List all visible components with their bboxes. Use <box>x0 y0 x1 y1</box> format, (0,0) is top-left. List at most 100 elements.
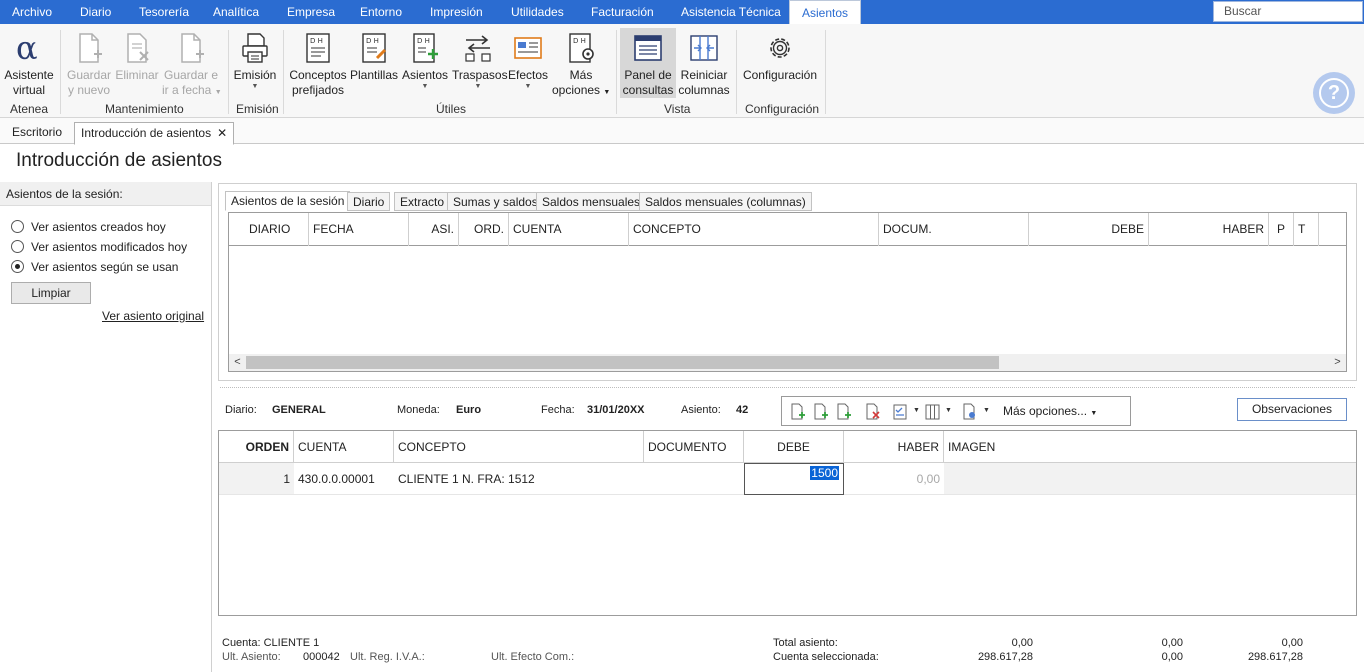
menu-asistencia-tecnica[interactable]: Asistencia Técnica <box>681 0 781 24</box>
tab-extracto[interactable]: Extracto <box>394 192 451 211</box>
cell-documento[interactable] <box>644 463 744 495</box>
close-icon[interactable]: ✕ <box>217 126 227 140</box>
guardar-ir-fecha-button[interactable]: Guardar e ir a fecha ▼ <box>162 32 222 100</box>
menu-asientos[interactable]: Asientos <box>789 0 862 24</box>
tab-saldos-mensuales-columnas[interactable]: Saldos mensuales (columnas) <box>639 192 812 211</box>
tab-escritorio[interactable]: Escritorio <box>6 122 68 144</box>
splitter[interactable] <box>220 387 1355 388</box>
cell-cuenta[interactable]: 430.0.0.00001 <box>294 463 394 495</box>
emision-button[interactable]: Emisión ▼ <box>232 32 278 91</box>
chevron-down-icon[interactable]: ▼ <box>945 407 952 414</box>
plantillas-button[interactable]: D H Plantillas <box>350 32 398 83</box>
radio-segun-se-usan[interactable]: Ver asientos según se usan <box>11 260 178 274</box>
radio-creados-hoy[interactable]: Ver asientos creados hoy <box>11 220 166 234</box>
menu-empresa[interactable]: Empresa <box>287 0 335 24</box>
new-document-icon <box>79 33 102 63</box>
chevron-right-icon[interactable]: > <box>1329 354 1346 371</box>
duplicate-line-icon[interactable] <box>836 403 852 421</box>
column-header-imagen[interactable]: IMAGEN <box>944 431 1356 463</box>
column-header-debe[interactable]: DEBE <box>1029 213 1149 246</box>
add-entry-icon: D H <box>413 33 438 63</box>
cell-debe-input[interactable]: 1500 <box>744 463 844 495</box>
journal-document-icon: D H <box>306 33 330 63</box>
radio-modificados-hoy[interactable]: Ver asientos modificados hoy <box>11 240 187 254</box>
asientos-button[interactable]: D H Asientos ▼ <box>402 32 448 91</box>
moneda-value: Euro <box>456 404 482 416</box>
ver-asiento-original-link[interactable]: Ver asiento original <box>102 309 204 323</box>
group-label-utiles: Útiles <box>436 102 467 116</box>
menu-bar: Archivo Diario Tesorería Analítica Empre… <box>0 0 1364 24</box>
columns-view-icon[interactable] <box>925 403 941 421</box>
chevron-left-icon[interactable]: < <box>229 354 246 371</box>
transfer-icon <box>465 35 491 62</box>
menu-impresion[interactable]: Impresión <box>430 0 483 24</box>
column-header-concepto[interactable]: CONCEPTO <box>394 431 644 463</box>
horizontal-scrollbar[interactable]: < > <box>229 354 1346 371</box>
column-header-debe[interactable]: DEBE <box>744 431 844 463</box>
column-header-docum[interactable]: DOCUM. <box>879 213 1029 246</box>
column-header-haber[interactable]: HABER <box>1149 213 1269 246</box>
cell-concepto[interactable]: CLIENTE 1 N. FRA: 1512 <box>394 463 644 495</box>
new-document-icon <box>181 33 204 63</box>
search-input[interactable]: Buscar <box>1213 1 1363 22</box>
document-search-icon[interactable] <box>962 403 978 421</box>
reiniciar-columnas-button[interactable]: Reiniciar columnas <box>678 32 730 98</box>
scrollbar-thumb[interactable] <box>246 356 999 369</box>
chevron-down-icon: ▼ <box>1090 410 1098 417</box>
column-header-haber[interactable]: HABER <box>844 431 944 463</box>
menu-analitica[interactable]: Analítica <box>213 0 259 24</box>
tab-introduccion-asientos[interactable]: Introducción de asientos ✕ <box>74 122 235 145</box>
configuracion-button[interactable]: Configuración <box>742 32 818 83</box>
conceptos-prefijados-button[interactable]: D H Conceptos prefijados <box>288 32 348 98</box>
column-header-cuenta[interactable]: CUENTA <box>294 431 394 463</box>
menu-diario[interactable]: Diario <box>80 0 111 24</box>
observaciones-button[interactable]: Observaciones <box>1237 398 1347 421</box>
column-header-t[interactable]: T <box>1294 213 1319 246</box>
menu-archivo[interactable]: Archivo <box>12 0 52 24</box>
panel-icon <box>634 35 662 61</box>
chevron-down-icon[interactable]: ▼ <box>913 407 920 414</box>
add-line-icon[interactable] <box>790 403 806 421</box>
chevron-down-icon[interactable]: ▼ <box>983 407 990 414</box>
column-header-cuenta[interactable]: CUENTA <box>509 213 629 246</box>
menu-entorno[interactable]: Entorno <box>360 0 402 24</box>
check-list-icon[interactable] <box>893 403 909 421</box>
menu-facturacion[interactable]: Facturación <box>591 0 654 24</box>
tab-asientos-sesion[interactable]: Asientos de la sesión <box>225 191 351 211</box>
help-button[interactable]: ? <box>1313 72 1355 114</box>
cell-haber[interactable]: 0,00 <box>844 463 944 495</box>
menu-utilidades[interactable]: Utilidades <box>511 0 564 24</box>
tab-sumas-saldos[interactable]: Sumas y saldos <box>447 192 544 211</box>
asistente-virtual-button[interactable]: α Asistente virtual <box>4 32 54 98</box>
grid-header: DIARIO FECHA ASI. ORD. CUENTA CONCEPTO D… <box>229 213 1346 246</box>
cell-imagen[interactable] <box>944 463 1356 495</box>
eliminar-button[interactable]: Eliminar <box>114 32 160 83</box>
tab-diario[interactable]: Diario <box>347 192 391 211</box>
column-header-diario[interactable]: DIARIO <box>229 213 309 246</box>
gear-icon <box>770 38 790 58</box>
entry-lines-grid[interactable]: ORDEN CUENTA CONCEPTO DOCUMENTO DEBE HAB… <box>218 430 1357 616</box>
column-header-orden[interactable]: ORDEN <box>219 431 294 463</box>
menu-tesoreria[interactable]: Tesorería <box>139 0 189 24</box>
tab-saldos-mensuales[interactable]: Saldos mensuales <box>536 192 647 211</box>
insert-line-icon[interactable] <box>813 403 829 421</box>
panel-consultas-button[interactable]: Panel de consultas <box>620 28 676 98</box>
column-header-fecha[interactable]: FECHA <box>309 213 409 246</box>
traspasos-button[interactable]: Traspasos ▼ <box>452 32 508 91</box>
mas-opciones-button[interactable]: D H Más opciones ▼ <box>552 32 610 100</box>
limpiar-button[interactable]: Limpiar <box>11 282 91 304</box>
session-entries-grid[interactable]: DIARIO FECHA ASI. ORD. CUENTA CONCEPTO D… <box>228 212 1347 372</box>
cell-orden[interactable]: 1 <box>219 463 294 495</box>
column-header-concepto[interactable]: CONCEPTO <box>629 213 879 246</box>
group-label-atenea: Atenea <box>10 102 49 116</box>
column-header-p[interactable]: P <box>1269 213 1294 246</box>
cuenta-info: Cuenta: CLIENTE 1 <box>222 637 320 649</box>
guardar-nuevo-button[interactable]: Guardar y nuevo <box>66 32 112 98</box>
column-header-ord[interactable]: ORD. <box>459 213 509 246</box>
column-header-asi[interactable]: ASI. <box>409 213 459 246</box>
column-header-documento[interactable]: DOCUMENTO <box>644 431 744 463</box>
efectos-button[interactable]: Efectos ▼ <box>506 32 550 91</box>
seleccionada-saldo: 298.617,28 <box>1247 651 1303 663</box>
mas-opciones-dropdown[interactable]: Más opciones... ▼ <box>1003 404 1097 418</box>
delete-line-icon[interactable] <box>865 403 881 421</box>
